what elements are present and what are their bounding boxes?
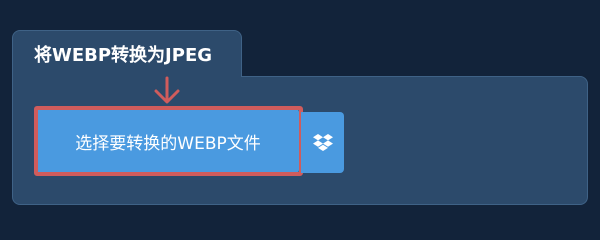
card-title: 将WEBP转换为JPEG	[34, 45, 213, 66]
arrow-down-icon	[154, 76, 180, 104]
choose-file-label: 选择要转换的WEBP文件	[75, 133, 261, 154]
dropbox-button[interactable]	[301, 112, 344, 173]
choose-file-button[interactable]: 选择要转换的WEBP文件	[37, 109, 299, 173]
tab-seam	[13, 74, 241, 78]
dropbox-icon	[312, 133, 333, 151]
